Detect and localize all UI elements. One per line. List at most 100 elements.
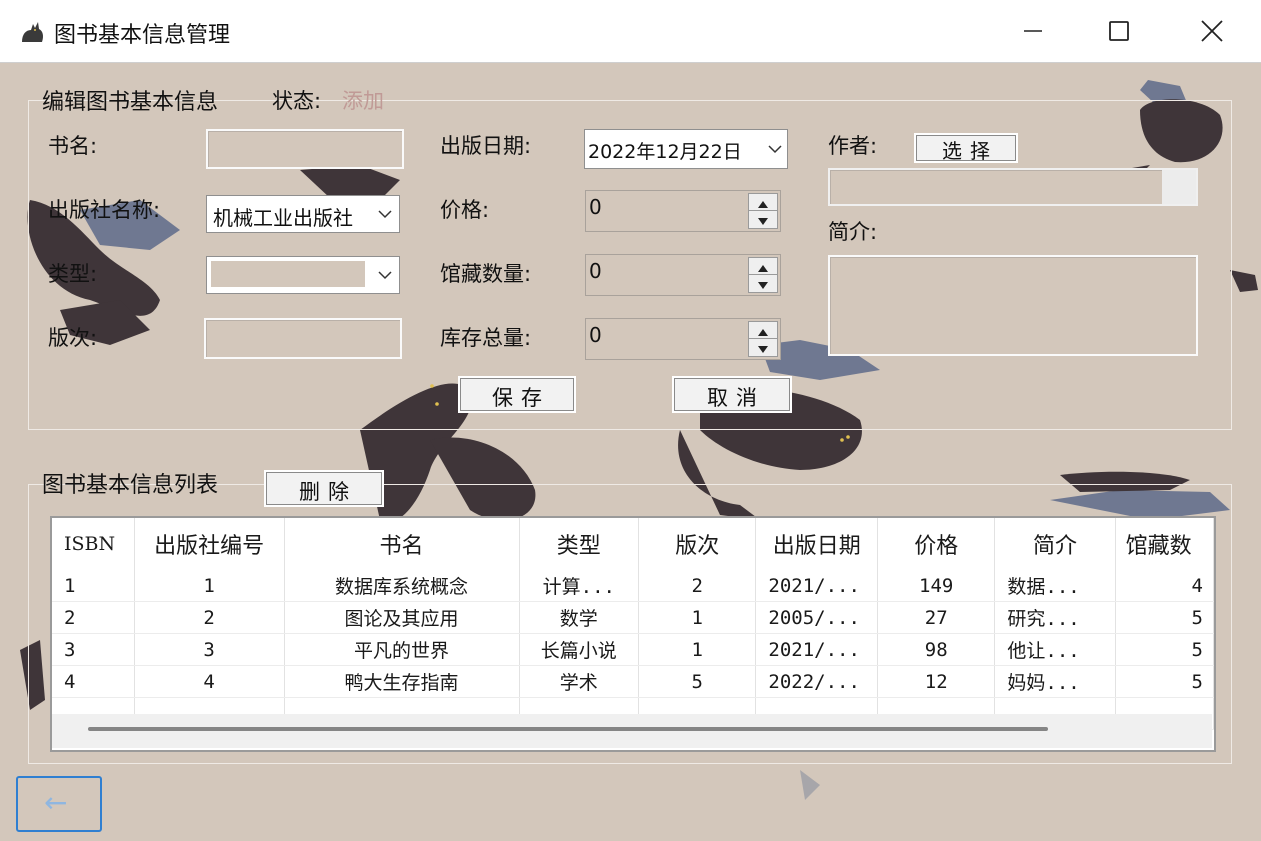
- stock-spin-buttons: [748, 321, 778, 357]
- type-label: 类型:: [48, 262, 98, 286]
- delete-label: 删除: [299, 480, 357, 504]
- maximize-button[interactable]: [1096, 12, 1142, 50]
- holdings-spin-buttons: [748, 257, 778, 293]
- save-button[interactable]: 保存: [460, 378, 574, 411]
- table-cell: 学术: [519, 665, 640, 698]
- table-cell: 12: [877, 665, 996, 698]
- column-header-intro[interactable]: 简介: [994, 518, 1116, 570]
- table-cell: 3: [52, 633, 135, 666]
- window-title: 图书基本信息管理: [54, 23, 231, 48]
- cancel-button[interactable]: 取消: [674, 378, 790, 411]
- table-cell: 4: [134, 665, 285, 698]
- table-cell: 4: [52, 665, 135, 698]
- list-group-title: 图书基本信息列表: [42, 473, 219, 498]
- stock-value: 0: [589, 323, 602, 347]
- column-header-price[interactable]: 价格: [877, 518, 996, 570]
- scrollbar-thumb[interactable]: [88, 727, 1048, 731]
- table-row[interactable]: 3 3 平凡的世界 长篇小说 1 2021/... 98 他让... 5: [52, 633, 1214, 666]
- type-field: [211, 261, 365, 287]
- date-picker[interactable]: 2022年12月22日: [584, 129, 788, 169]
- chevron-down-icon: [768, 145, 782, 154]
- decrement-button[interactable]: [748, 338, 778, 357]
- close-icon: [1201, 20, 1223, 42]
- column-header-type[interactable]: 类型: [519, 518, 640, 570]
- minimize-button[interactable]: [1010, 12, 1056, 50]
- horizontal-scrollbar[interactable]: [52, 714, 1212, 748]
- table-header-row: ISBN 出版社编号 书名 类型 版次 出版日期 价格 简介 馆藏数: [52, 518, 1214, 570]
- book-table-body: ISBN 出版社编号 书名 类型 版次 出版日期 价格 简介 馆藏数 1 1 数…: [52, 518, 1214, 730]
- column-header-holdings[interactable]: 馆藏数: [1115, 518, 1214, 570]
- publisher-value: 机械工业出版社: [213, 206, 353, 230]
- decrement-button[interactable]: [748, 274, 778, 293]
- table-cell: 鸭大生存指南: [284, 665, 520, 698]
- column-header-book-name[interactable]: 书名: [284, 518, 520, 570]
- edition-label: 版次:: [48, 326, 98, 350]
- stock-spinner[interactable]: 0: [585, 318, 781, 360]
- price-spinner[interactable]: 0: [585, 190, 781, 232]
- state-label: 状态:: [272, 89, 322, 113]
- state-value: 添加: [342, 89, 384, 113]
- title-bar: 图书基本信息管理: [0, 0, 1261, 63]
- table-row[interactable]: 1 1 数据库系统概念 计算... 2 2021/... 149 数据... 4: [52, 570, 1214, 602]
- chevron-down-icon: [378, 271, 392, 280]
- table-cell: 2021/...: [755, 570, 879, 602]
- column-header-date[interactable]: 出版日期: [755, 518, 879, 570]
- choose-author-button[interactable]: 选择: [916, 135, 1016, 163]
- cat-icon: [22, 22, 43, 42]
- author-scrollbar[interactable]: [1162, 170, 1196, 204]
- book-name-input[interactable]: [206, 129, 404, 169]
- table-cell: 妈妈...: [994, 665, 1116, 698]
- author-field[interactable]: [828, 168, 1198, 206]
- table-cell: 3: [134, 633, 285, 666]
- author-label: 作者:: [828, 134, 878, 158]
- holdings-label: 馆藏数量:: [440, 262, 532, 286]
- table-cell: 1: [638, 633, 757, 666]
- save-label: 保存: [492, 386, 550, 410]
- delete-button[interactable]: 删除: [266, 472, 382, 505]
- table-cell: 数学: [519, 601, 640, 634]
- triangle-down-icon: [758, 282, 768, 289]
- publisher-label: 出版社名称:: [48, 198, 161, 222]
- holdings-spinner[interactable]: 0: [585, 254, 781, 296]
- table-cell: 他让...: [994, 633, 1116, 666]
- close-button[interactable]: [1188, 12, 1234, 50]
- column-header-publisher-id[interactable]: 出版社编号: [134, 518, 285, 570]
- table-row[interactable]: 2 2 图论及其应用 数学 1 2005/... 27 研究... 5: [52, 601, 1214, 634]
- column-header-edition[interactable]: 版次: [638, 518, 757, 570]
- publisher-select[interactable]: 机械工业出版社: [206, 195, 400, 233]
- decrement-button[interactable]: [748, 210, 778, 229]
- table-cell: 2: [52, 601, 135, 634]
- table-cell: 27: [877, 601, 996, 634]
- back-button[interactable]: ←: [16, 776, 102, 832]
- minimize-icon: [1024, 30, 1042, 32]
- price-spin-buttons: [748, 193, 778, 229]
- table-cell: 图论及其应用: [284, 601, 520, 634]
- price-label: 价格:: [440, 198, 490, 222]
- table-cell: 1: [638, 601, 757, 634]
- edition-input[interactable]: [204, 318, 402, 359]
- book-table[interactable]: ISBN 出版社编号 书名 类型 版次 出版日期 价格 简介 馆藏数 1 1 数…: [50, 516, 1216, 752]
- table-cell: 5: [1115, 665, 1214, 698]
- table-cell: 4: [1115, 570, 1214, 602]
- cancel-label: 取消: [707, 386, 765, 410]
- table-cell: 长篇小说: [519, 633, 640, 666]
- holdings-value: 0: [589, 259, 602, 283]
- triangle-down-icon: [758, 346, 768, 353]
- table-cell: 5: [1115, 633, 1214, 666]
- stock-label: 库存总量:: [440, 326, 532, 350]
- table-cell: 2: [134, 601, 285, 634]
- edit-group-title: 编辑图书基本信息: [42, 90, 219, 115]
- table-cell: 5: [638, 665, 757, 698]
- table-cell: 1: [52, 570, 135, 602]
- table-cell: 2021/...: [755, 633, 879, 666]
- column-header-isbn[interactable]: ISBN: [52, 518, 135, 570]
- intro-textarea[interactable]: [828, 255, 1198, 356]
- type-select[interactable]: [206, 256, 400, 294]
- date-value: 2022年12月22日: [588, 141, 742, 163]
- back-arrow-icon: ←: [44, 786, 68, 819]
- table-cell: 149: [877, 570, 996, 602]
- chevron-down-icon: [377, 206, 393, 222]
- table-cell: 98: [877, 633, 996, 666]
- price-value: 0: [589, 195, 602, 219]
- table-row[interactable]: 4 4 鸭大生存指南 学术 5 2022/... 12 妈妈... 5: [52, 665, 1214, 698]
